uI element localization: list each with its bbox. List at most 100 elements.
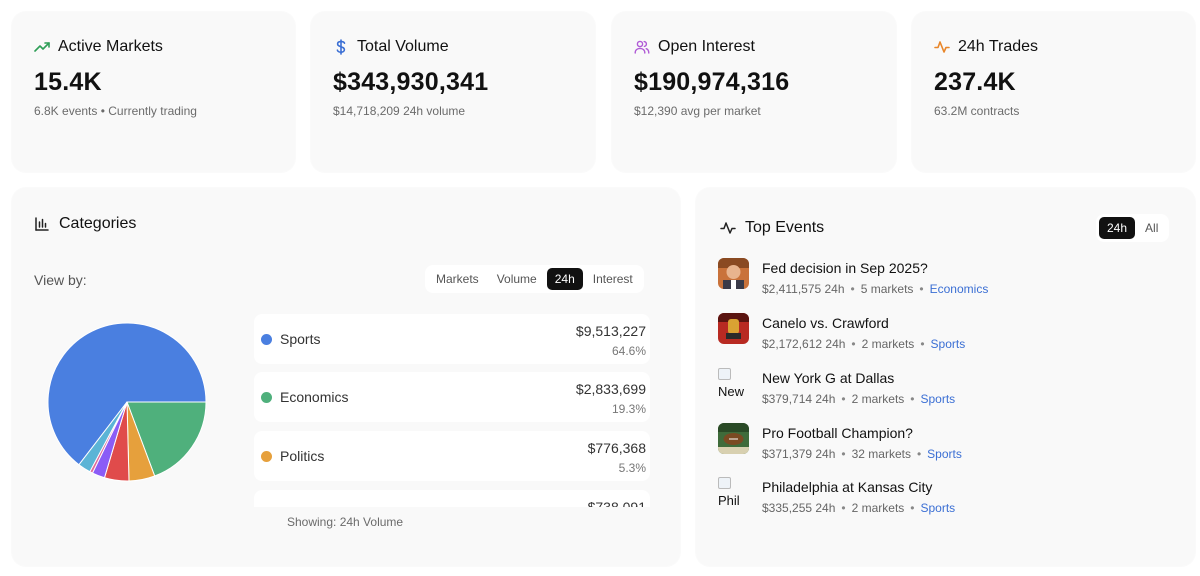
image-alt-text: Phil (718, 494, 740, 508)
time-range-toggle: 24h All (1096, 214, 1170, 242)
stat-subtitle: $14,718,209 24h volume (333, 104, 466, 118)
category-row-sports[interactable]: Sports $9,513,227 64.6% (254, 314, 650, 364)
stat-value: 15.4K (34, 68, 102, 96)
category-percent: 19.3% (611, 402, 646, 416)
event-category-link[interactable]: Sports (931, 337, 966, 351)
legend-dot (261, 392, 272, 403)
stat-card-active-markets: Active Markets 15.4K 6.8K events • Curre… (12, 12, 295, 172)
categories-title: Categories (59, 215, 137, 232)
separator-dot: • (851, 337, 856, 351)
event-title: Fed decision in Sep 2025? (762, 260, 928, 276)
category-name: Sports (280, 331, 321, 347)
stat-title-row: 24h Trades (934, 38, 1038, 56)
fed-chair-photo (718, 258, 749, 289)
view-by-label: View by: (34, 272, 87, 288)
separator-dot: • (841, 447, 846, 461)
stat-subtitle: $12,390 avg per market (634, 104, 761, 118)
view-option-volume[interactable]: Volume (489, 268, 545, 290)
broken-image-icon (718, 477, 731, 489)
top-events-title: Top Events (745, 219, 825, 236)
event-meta: $371,379 24h • 32 markets • Sports (762, 447, 962, 461)
separator-dot: • (919, 282, 924, 296)
event-item[interactable]: New New York G at Dallas $379,714 24h • 2 … (718, 368, 1178, 418)
event-title: Pro Football Champion? (762, 425, 913, 441)
category-row-economics[interactable]: Economics $2,833,699 19.3% (254, 372, 650, 422)
stat-value: 237.4K (934, 68, 1016, 96)
dollar-icon (336, 39, 346, 55)
activity-icon (720, 222, 736, 234)
category-value: $738,091 (587, 499, 646, 507)
separator-dot: • (841, 501, 846, 515)
event-volume: $2,172,612 24h (762, 337, 846, 351)
event-item[interactable]: Canelo vs. Crawford $2,172,612 24h • 2 mar… (718, 313, 1178, 363)
stat-subtitle: 6.8K events • Currently trading (34, 104, 197, 118)
event-category-link[interactable]: Sports (927, 447, 962, 461)
broken-image: New (718, 368, 749, 399)
view-option-24h[interactable]: 24h (546, 268, 583, 290)
stat-value: $190,974,316 (634, 68, 790, 96)
category-row-politics[interactable]: Politics $776,368 5.3% (254, 431, 650, 481)
view-option-interest[interactable]: Interest (585, 268, 641, 290)
users-icon (634, 40, 650, 54)
event-category-link[interactable]: Economics (930, 282, 989, 296)
event-meta: $335,255 24h • 2 markets • Sports (762, 501, 955, 515)
legend-dot (261, 451, 272, 462)
stat-title-row: Open Interest (634, 38, 755, 56)
event-category-link[interactable]: Sports (921, 501, 956, 515)
stat-title-row: Active Markets (34, 38, 163, 56)
event-item[interactable]: Fed decision in Sep 2025? $2,411,575 24h… (718, 258, 1178, 308)
top-events-header: Top Events (720, 219, 824, 237)
event-category-link[interactable]: Sports (921, 392, 956, 406)
event-markets: 32 markets (851, 447, 911, 461)
categories-panel: Categories View by: Markets Volume 24h I… (12, 188, 680, 566)
stat-title: Open Interest (658, 38, 755, 55)
category-value: $9,513,227 (575, 323, 646, 339)
category-value: $2,833,699 (575, 381, 646, 397)
toggle-all[interactable]: All (1137, 217, 1166, 239)
stat-title-row: Total Volume (333, 38, 449, 56)
event-item[interactable]: Pro Football Champion? $371,379 24h • 32 m… (718, 423, 1178, 473)
category-percent: 64.6% (611, 344, 646, 358)
stat-card-total-volume: Total Volume $343,930,341 $14,718,209 24… (311, 12, 595, 172)
category-percent: 5.3% (618, 461, 646, 475)
stat-title: Total Volume (357, 38, 449, 55)
event-title: Philadelphia at Kansas City (762, 479, 933, 495)
stat-card-24h-trades: 24h Trades 237.4K 63.2M contracts (912, 12, 1195, 172)
showing-label: Showing: 24h Volume (287, 515, 404, 529)
separator-dot: • (850, 282, 855, 296)
event-meta: $379,714 24h • 2 markets • Sports (762, 392, 955, 406)
categories-header: Categories (34, 215, 136, 233)
separator-dot: • (841, 392, 846, 406)
separator-dot: • (910, 501, 915, 515)
event-markets: 2 markets (861, 337, 915, 351)
event-meta: $2,411,575 24h • 5 markets • Economics (762, 282, 988, 296)
image-alt-text: New (718, 385, 745, 399)
event-markets: 5 markets (860, 282, 914, 296)
stat-value: $343,930,341 (333, 68, 489, 96)
category-row-partial[interactable]: $738,091 (254, 490, 650, 507)
event-volume: $335,255 24h (762, 501, 836, 515)
separator-dot: • (916, 447, 922, 461)
event-volume: $379,714 24h (762, 392, 836, 406)
event-meta: $2,172,612 24h • 2 markets • Sports (762, 337, 965, 351)
category-value: $776,368 (587, 440, 646, 456)
stat-subtitle: 63.2M contracts (934, 104, 1020, 118)
broken-image: Phil (718, 477, 749, 508)
categories-pie-chart (47, 322, 207, 482)
trending-up-icon (34, 42, 50, 52)
football-photo (718, 423, 749, 454)
legend-dot (261, 334, 272, 345)
stat-title: Active Markets (58, 38, 163, 55)
event-markets: 2 markets (851, 501, 905, 515)
broken-image-icon (718, 368, 731, 380)
event-volume: $371,379 24h (762, 447, 836, 461)
top-events-panel: Top Events 24h All Fed decision in Sep 2… (696, 188, 1195, 566)
boxing-photo (718, 313, 749, 344)
toggle-24h[interactable]: 24h (1099, 217, 1136, 239)
bar-chart-icon (35, 217, 49, 231)
category-name: Economics (280, 389, 349, 405)
event-title: New York G at Dallas (762, 370, 895, 386)
view-option-markets[interactable]: Markets (428, 268, 487, 290)
event-item[interactable]: Phil Philadelphia at Kansas City $335,25… (718, 477, 1178, 527)
category-list: Sports $9,513,227 64.6% Economics $2,833… (254, 314, 654, 507)
